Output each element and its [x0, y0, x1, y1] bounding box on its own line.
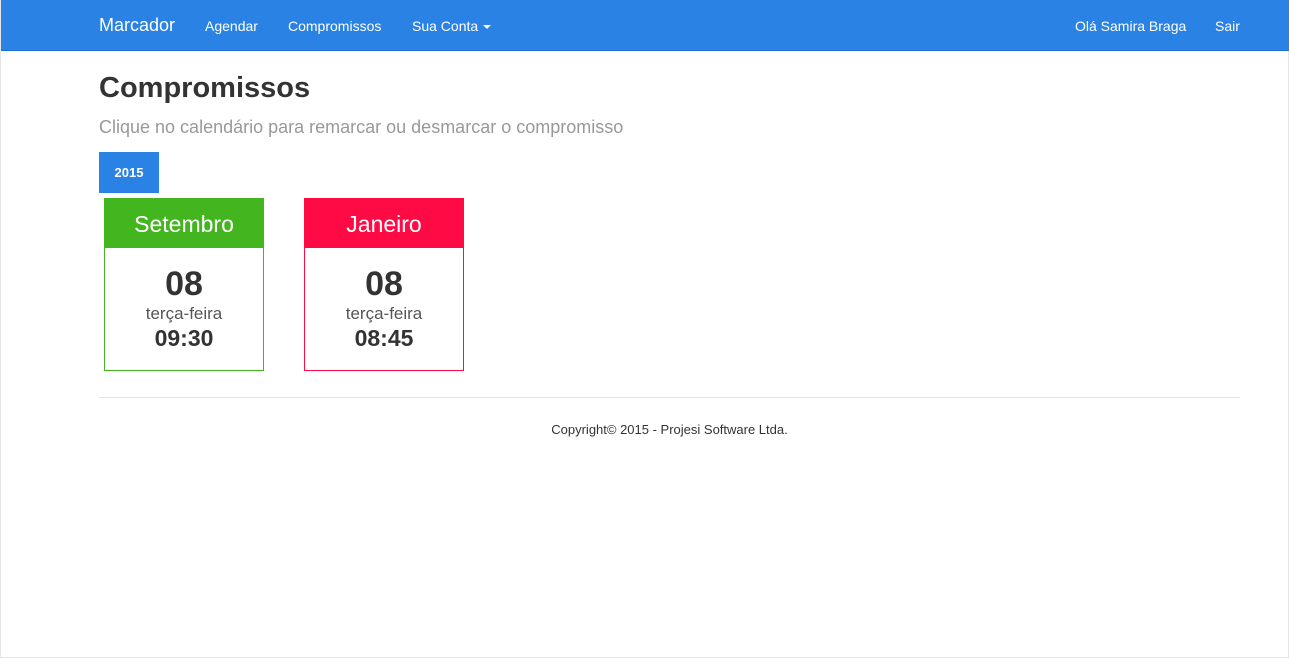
appointment-card[interactable]: Setembro 08 terça-feira 09:30 [104, 198, 264, 371]
appointment-day: 08 [165, 265, 203, 303]
appointment-time: 09:30 [154, 325, 214, 351]
footer-copyright: Copyright© 2015 - Projesi Software Ltda. [551, 422, 788, 437]
page-title: Compromissos [99, 72, 311, 104]
appointment-month: Setembro [105, 199, 263, 248]
nav-agendar[interactable]: Agendar [205, 17, 258, 35]
nav-compromissos[interactable]: Compromissos [288, 17, 381, 35]
nav-user-greeting[interactable]: Olá Samira Braga [1075, 17, 1186, 35]
page-frame: Marcador Agendar Compromissos Sua Conta … [0, 0, 1289, 658]
appointment-day: 08 [365, 265, 403, 303]
top-navbar: Marcador Agendar Compromissos Sua Conta … [1, 0, 1289, 51]
caret-down-icon [483, 25, 492, 30]
appointment-weekday: terça-feira [345, 304, 423, 323]
year-tab-2015[interactable]: 2015 [99, 152, 159, 193]
nav-sua-conta-label: Sua Conta [412, 18, 479, 34]
nav-sua-conta-dropdown[interactable]: Sua Conta [412, 17, 492, 35]
appointment-time: 08:45 [354, 325, 414, 351]
brand-link[interactable]: Marcador [99, 15, 175, 35]
appointment-weekday: terça-feira [145, 304, 223, 323]
appointment-month: Janeiro [305, 199, 463, 248]
appointment-card[interactable]: Janeiro 08 terça-feira 08:45 [304, 198, 464, 371]
nav-logout[interactable]: Sair [1215, 17, 1240, 35]
footer-divider [99, 397, 1240, 398]
page-subtitle: Clique no calendário para remarcar ou de… [99, 117, 624, 137]
